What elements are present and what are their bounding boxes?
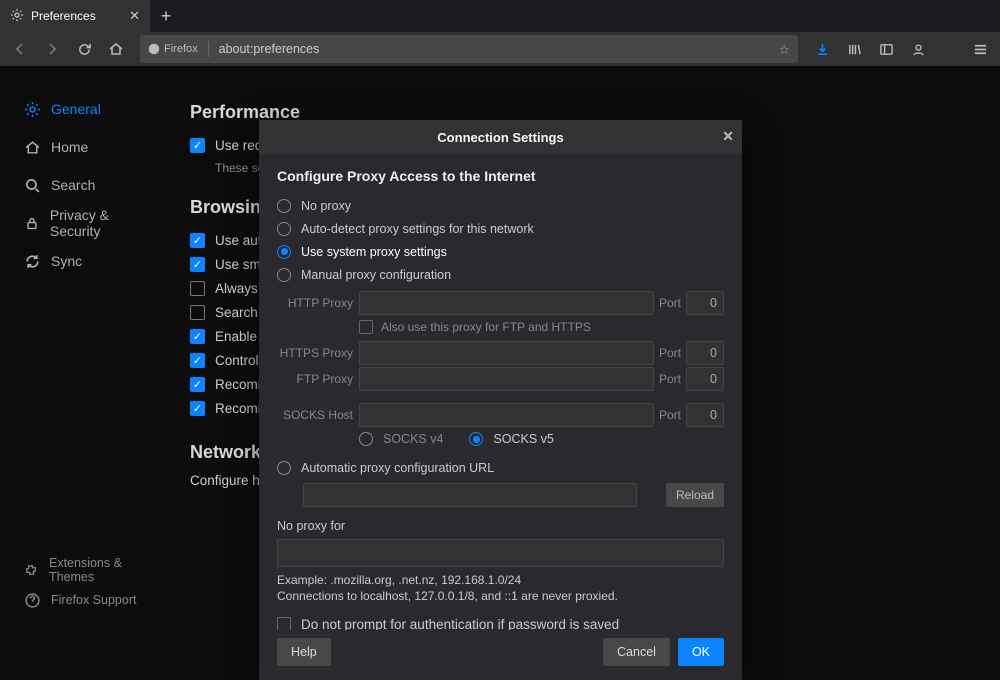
radio-icon — [277, 461, 291, 475]
divider — [208, 41, 209, 57]
no-proxy-example: Example: .mozilla.org, .net.nz, 192.168.… — [277, 573, 724, 587]
ok-button[interactable]: OK — [678, 638, 724, 666]
radio-manual-proxy[interactable]: Manual proxy configuration — [277, 263, 724, 286]
radio-label: Manual proxy configuration — [301, 268, 451, 282]
checkbox-icon — [359, 320, 373, 334]
ftp-proxy-row: FTP Proxy Port 0 — [277, 366, 724, 392]
radio-auto-detect[interactable]: Auto-detect proxy settings for this netw… — [277, 217, 724, 240]
radio-label: SOCKS v5 — [493, 432, 553, 446]
port-label: Port — [654, 408, 686, 422]
socks-version-row: SOCKS v4 SOCKS v5 — [359, 432, 724, 446]
same-proxy-checkbox[interactable]: Also use this proxy for FTP and HTTPS — [359, 320, 724, 334]
socks-port-input[interactable]: 0 — [686, 403, 724, 427]
connection-settings-dialog: Connection Settings ✕ Configure Proxy Ac… — [259, 120, 742, 680]
url-bar[interactable]: Firefox about:preferences ☆ — [140, 35, 798, 63]
library-button[interactable] — [840, 35, 868, 63]
radio-label: Use system proxy settings — [301, 245, 447, 259]
tab-title: Preferences — [31, 9, 96, 23]
radio-system-proxy[interactable]: Use system proxy settings — [277, 240, 724, 263]
home-button[interactable] — [102, 35, 130, 63]
sidebar-button[interactable] — [872, 35, 900, 63]
socks-host-input[interactable] — [359, 403, 654, 427]
bookmark-star-icon[interactable]: ☆ — [779, 42, 790, 57]
checkbox-label: Do not prompt for authentication if pass… — [301, 617, 619, 631]
identity-label: Firefox — [164, 43, 198, 55]
radio-icon — [277, 245, 291, 259]
autoconfig-url-input[interactable] — [303, 483, 637, 507]
field-label: HTTPS Proxy — [277, 346, 353, 360]
http-port-input[interactable]: 0 — [686, 291, 724, 315]
new-tab-button[interactable]: + — [150, 0, 182, 32]
dialog-footer: Help Cancel OK — [259, 630, 742, 680]
field-label: FTP Proxy — [277, 372, 353, 386]
dialog-title: Connection Settings — [437, 130, 563, 145]
radio-socks4[interactable] — [359, 432, 373, 446]
port-label: Port — [654, 346, 686, 360]
radio-label: Automatic proxy configuration URL — [301, 461, 494, 475]
radio-icon — [277, 268, 291, 282]
radio-no-proxy[interactable]: No proxy — [277, 194, 724, 217]
radio-socks5[interactable] — [469, 432, 483, 446]
account-button[interactable] — [904, 35, 932, 63]
field-label: SOCKS Host — [277, 408, 353, 422]
checkbox-icon — [277, 617, 291, 630]
back-button[interactable] — [6, 35, 34, 63]
https-proxy-input[interactable] — [359, 341, 654, 365]
https-proxy-row: HTTPS Proxy Port 0 — [277, 340, 724, 366]
reload-button[interactable]: Reload — [666, 483, 724, 507]
radio-label: SOCKS v4 — [383, 432, 443, 446]
no-proxy-label: No proxy for — [277, 519, 724, 533]
radio-label: Auto-detect proxy settings for this netw… — [301, 222, 534, 236]
gear-icon — [10, 8, 24, 25]
http-proxy-input[interactable] — [359, 291, 654, 315]
https-port-input[interactable]: 0 — [686, 341, 724, 365]
dialog-subtitle: Configure Proxy Access to the Internet — [277, 168, 724, 184]
no-proxy-input[interactable] — [277, 539, 724, 567]
tab-strip: Preferences ✕ + — [0, 0, 1000, 32]
radio-icon — [277, 222, 291, 236]
field-label: HTTP Proxy — [277, 296, 353, 310]
checkbox-label: Also use this proxy for FTP and HTTPS — [381, 320, 591, 334]
downloads-button[interactable] — [808, 35, 836, 63]
identity-chip: Firefox — [148, 43, 198, 55]
socks-host-row: SOCKS Host Port 0 — [277, 402, 724, 428]
close-icon[interactable]: ✕ — [722, 128, 734, 145]
nav-toolbar: Firefox about:preferences ☆ — [0, 32, 1000, 66]
radio-label: No proxy — [301, 199, 351, 213]
localhost-note: Connections to localhost, 127.0.0.1/8, a… — [277, 589, 724, 603]
port-label: Port — [654, 372, 686, 386]
port-label: Port — [654, 296, 686, 310]
menu-button[interactable] — [966, 35, 994, 63]
ftp-port-input[interactable]: 0 — [686, 367, 724, 391]
dialog-body: Configure Proxy Access to the Internet N… — [259, 154, 742, 630]
ftp-proxy-input[interactable] — [359, 367, 654, 391]
close-icon[interactable]: ✕ — [129, 8, 140, 24]
help-button[interactable]: Help — [277, 638, 331, 666]
cancel-button[interactable]: Cancel — [603, 638, 670, 666]
radio-auto-config-url[interactable]: Automatic proxy configuration URL — [277, 456, 724, 479]
http-proxy-row: HTTP Proxy Port 0 — [277, 290, 724, 316]
forward-button[interactable] — [38, 35, 66, 63]
url-text: about:preferences — [219, 42, 320, 56]
dialog-titlebar: Connection Settings ✕ — [259, 120, 742, 154]
reload-button[interactable] — [70, 35, 98, 63]
radio-icon — [277, 199, 291, 213]
tab-preferences[interactable]: Preferences ✕ — [0, 0, 150, 32]
modal-overlay: Connection Settings ✕ Configure Proxy Ac… — [0, 66, 1000, 625]
opt-noauth[interactable]: Do not prompt for authentication if pass… — [277, 613, 724, 630]
